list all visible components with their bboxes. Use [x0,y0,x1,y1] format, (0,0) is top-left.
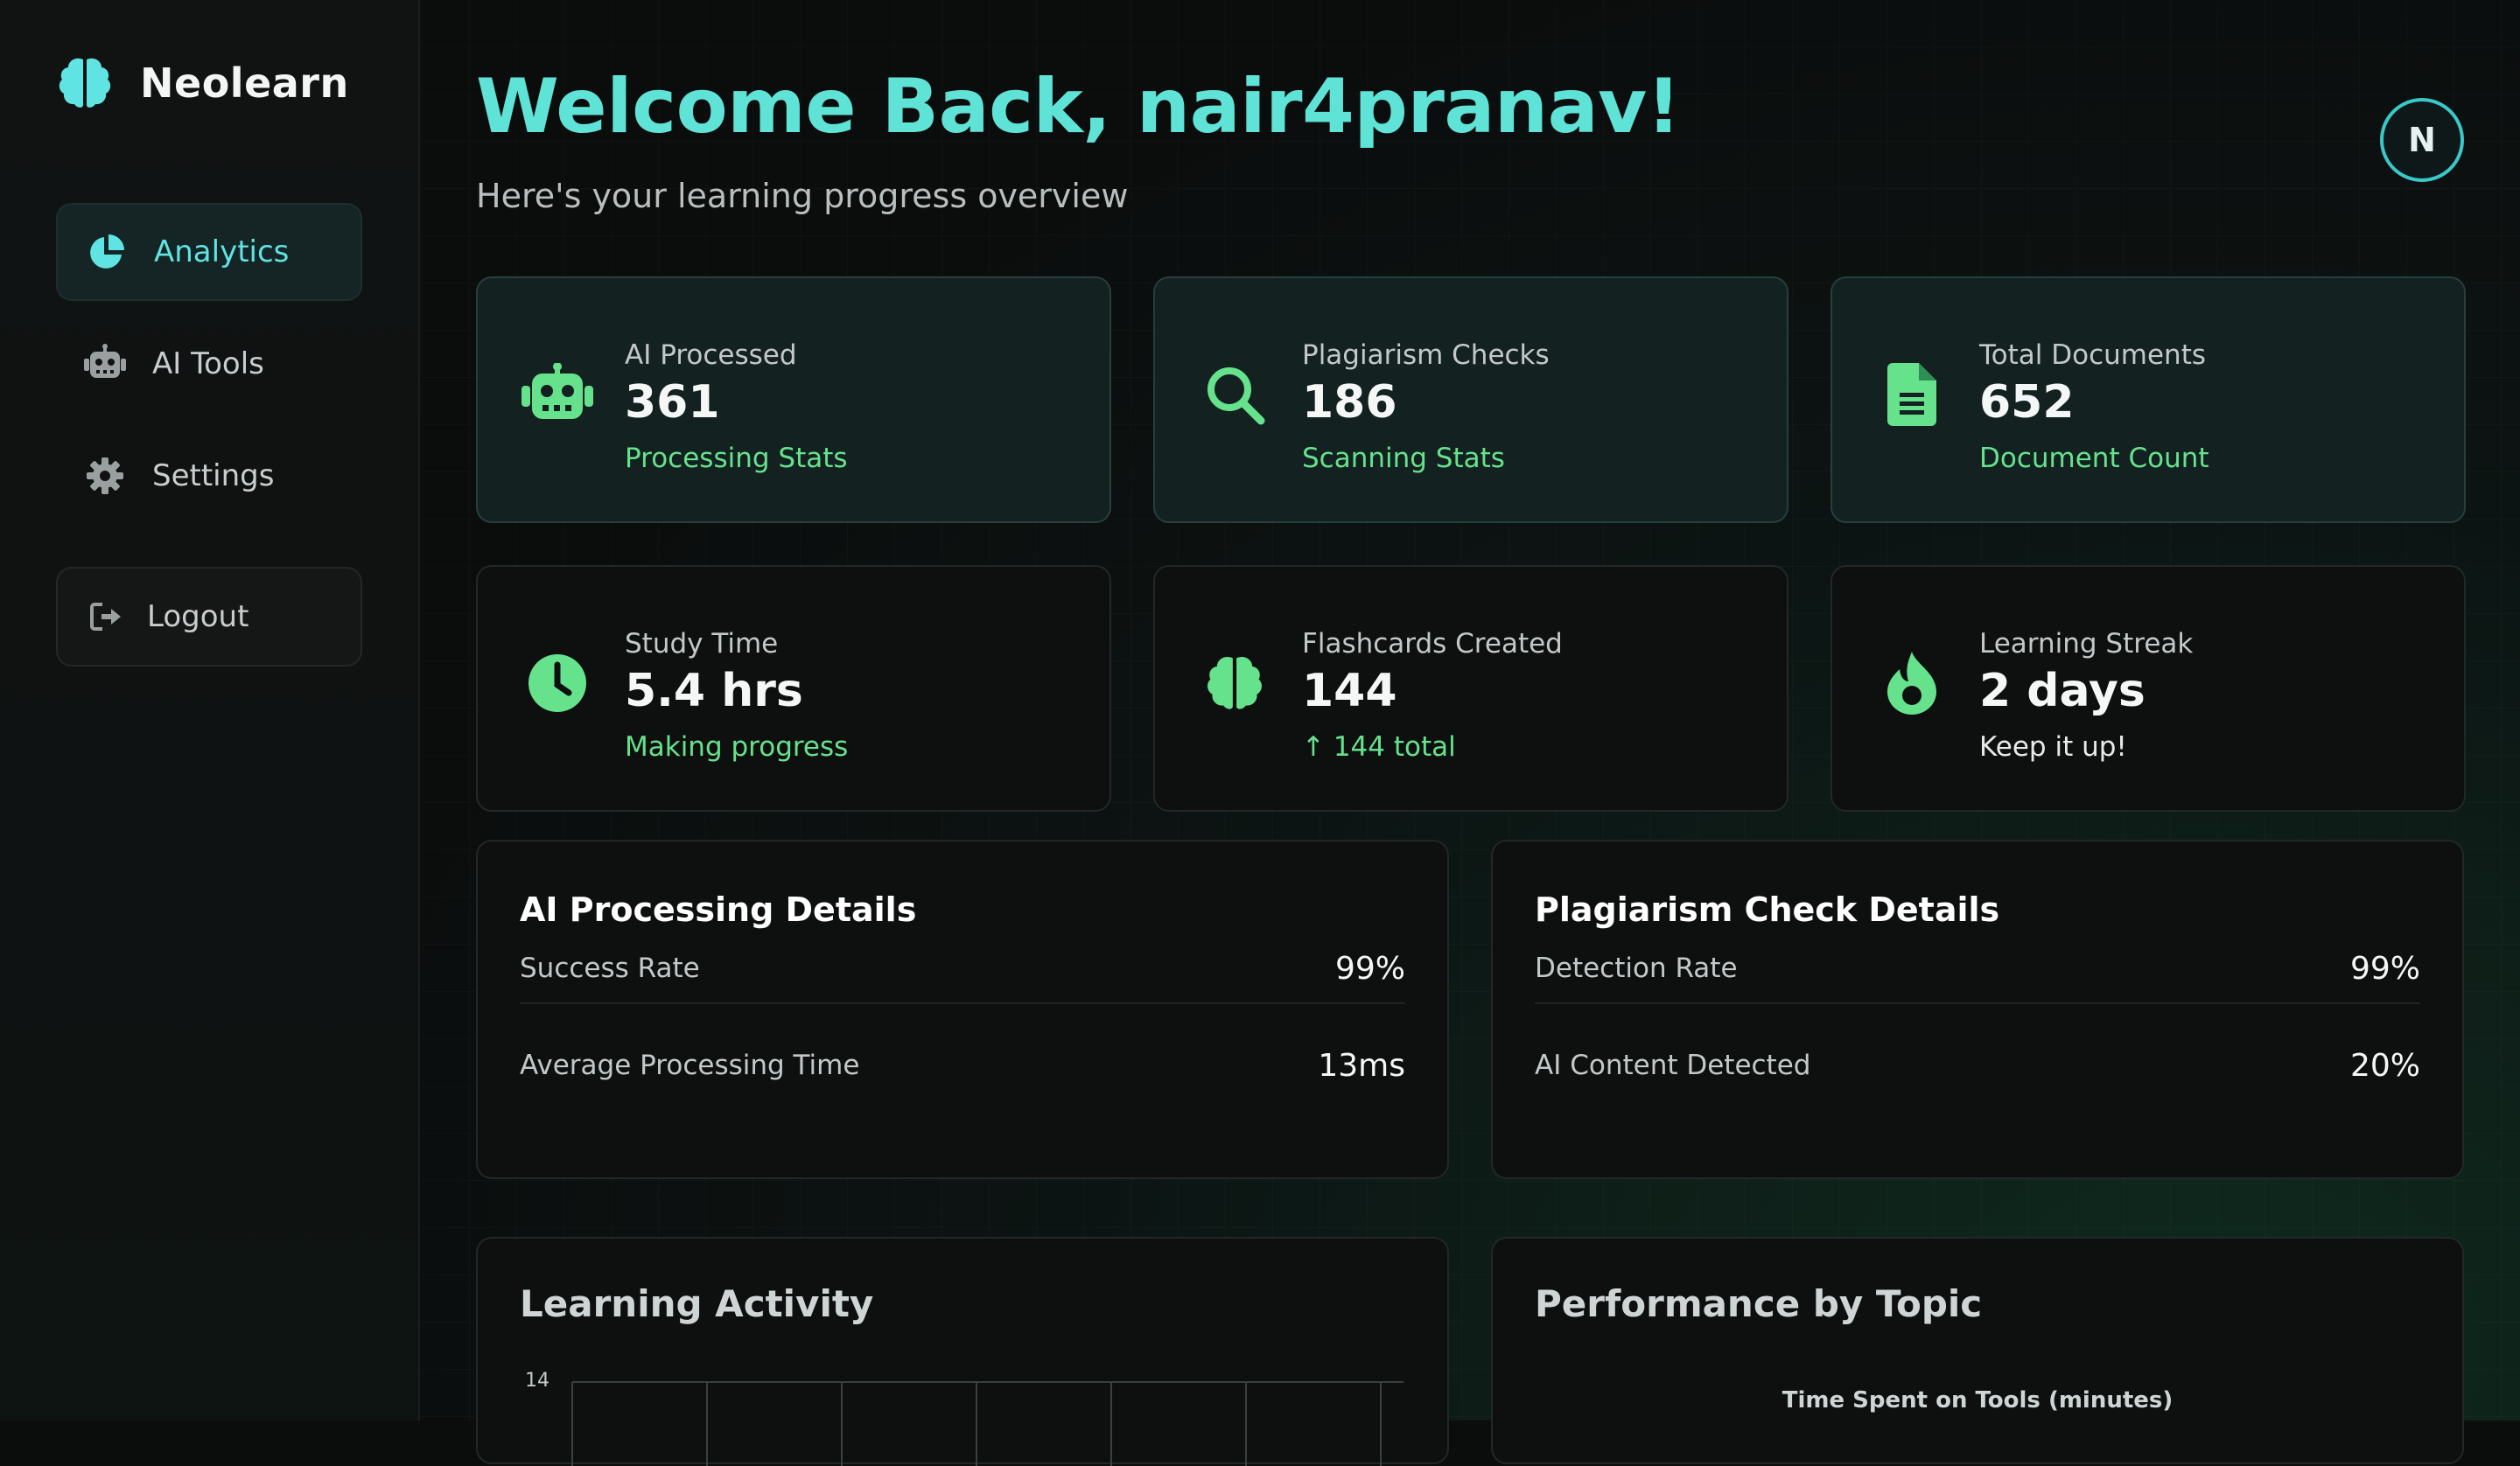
brand[interactable]: Neolearn [56,54,349,112]
stat-subtext: ↑ 144 total [1302,731,1456,763]
panel-title: Learning Activity [520,1282,874,1325]
robot-icon [82,341,128,387]
stat-value: 186 [1302,376,1397,429]
detail-row: Average Processing Time 13ms [520,1039,1405,1092]
stat-card-study-time: Study Time 5.4 hrs Making progress [476,565,1111,812]
stat-label: AI Processed [625,339,797,371]
stat-value: 361 [625,376,720,429]
stat-label: Total Documents [1979,339,2207,371]
robot-icon [520,357,595,432]
card-title: Plagiarism Check Details [1535,890,2000,929]
sidebar-item-ai-tools[interactable]: AI Tools [56,315,362,413]
panel-title: Performance by Topic [1535,1282,1983,1325]
sidebar-item-analytics[interactable]: Analytics [56,203,362,301]
learning-activity-panel: Learning Activity 14 [476,1237,1449,1466]
detail-label: Average Processing Time [520,1050,860,1081]
stat-label: Flashcards Created [1302,628,1563,660]
sidebar-item-label: Analytics [154,234,290,269]
performance-by-topic-panel: Performance by Topic Time Spent on Tools… [1491,1237,2464,1464]
detail-label: AI Content Detected [1535,1050,1811,1081]
stat-label: Plagiarism Checks [1302,339,1550,371]
sidebar-item-settings[interactable]: Settings [56,427,362,525]
learning-activity-chart: 14 [520,1370,1404,1466]
logout-label: Logout [147,599,249,634]
sidebar: Neolearn Analytics AI Tools Settings Log… [0,0,420,1421]
logout-icon [84,594,130,639]
stat-subtext: Making progress [625,731,849,763]
chart-title: Time Spent on Tools (minutes) [1782,1387,2174,1414]
pie-chart-icon [84,229,130,275]
detail-value: 20% [2349,1047,2420,1084]
clock-icon [520,646,595,721]
detail-label: Success Rate [520,953,700,984]
card-title: AI Processing Details [520,890,917,929]
page-subtitle: Here's your learning progress overview [476,177,1129,215]
stat-value: 144 [1302,665,1397,717]
detail-row: Success Rate 99% [520,934,1405,1004]
brain-logo-icon [56,54,114,112]
logout-button[interactable]: Logout [56,567,362,667]
detail-value: 99% [1334,950,1405,987]
stat-card-total-documents: Total Documents 652 Document Count [1830,276,2466,523]
gear-icon [82,453,128,499]
detail-value: 13ms [1318,1047,1405,1084]
detail-value: 99% [2349,950,2420,987]
plagiarism-check-details-card: Plagiarism Check Details Detection Rate … [1491,840,2464,1179]
stat-card-flashcards: Flashcards Created 144 ↑ 144 total [1153,565,1788,812]
document-icon [1874,357,1950,432]
stat-label: Study Time [625,628,779,660]
stat-subtext: Scanning Stats [1302,443,1505,474]
sidebar-item-label: Settings [152,458,275,493]
ai-processing-details-card: AI Processing Details Success Rate 99% A… [476,840,1449,1179]
sidebar-item-label: AI Tools [152,346,264,381]
stat-subtext: Keep it up! [1979,731,2127,763]
avatar[interactable]: N [2380,98,2464,182]
detail-row: AI Content Detected 20% [1535,1039,2420,1092]
stat-value: 2 days [1979,665,2146,717]
stat-value: 652 [1979,376,2075,429]
brain-icon [1197,646,1272,721]
stat-card-ai-processed: AI Processed 361 Processing Stats [476,276,1111,523]
stat-value: 5.4 hrs [625,665,803,717]
stat-card-plagiarism-checks: Plagiarism Checks 186 Scanning Stats [1153,276,1788,523]
stat-subtext: Document Count [1979,443,2209,474]
stat-subtext: Processing Stats [625,443,848,474]
brand-name: Neolearn [140,59,349,107]
page-title: Welcome Back, nair4pranav! [476,63,1681,150]
detail-row: Detection Rate 99% [1535,934,2420,1004]
stat-label: Learning Streak [1979,628,2194,660]
main-content: Welcome Back, nair4pranav! Here's your l… [422,0,2520,1466]
detail-label: Detection Rate [1535,953,1738,984]
stat-card-learning-streak: Learning Streak 2 days Keep it up! [1830,565,2466,812]
search-icon [1197,357,1272,432]
fire-icon [1874,646,1950,721]
